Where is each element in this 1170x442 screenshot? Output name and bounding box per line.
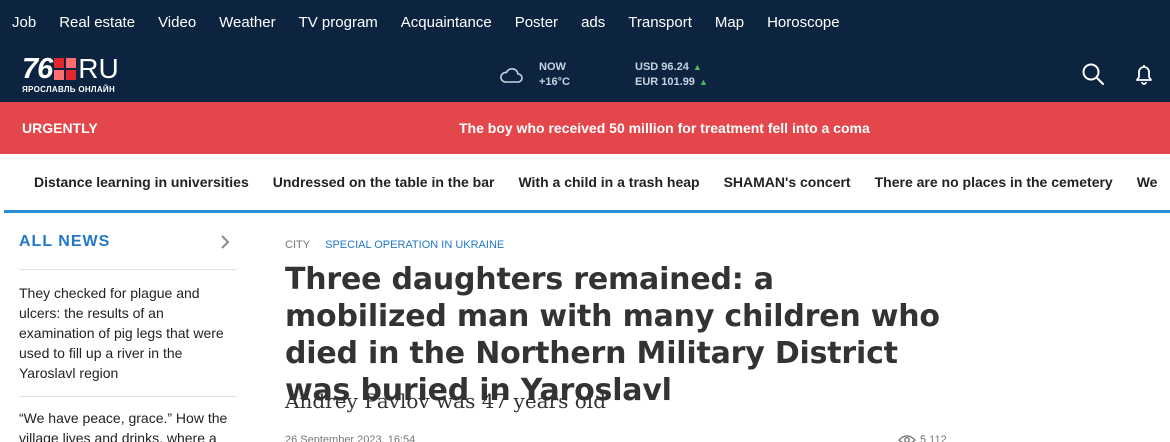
nav-link-job[interactable]: Job xyxy=(12,14,36,31)
weather-temp: +16°C xyxy=(539,76,571,88)
nav-link-tv-program[interactable]: TV program xyxy=(299,14,378,31)
search-icon[interactable] xyxy=(1080,61,1106,87)
logo-subtitle: ЯРОСЛАВЛЬ ОНЛАЙН xyxy=(22,85,116,94)
cloud-icon xyxy=(500,68,523,83)
urgent-bar: URGENTLY The boy who received 50 million… xyxy=(0,102,1170,154)
nav-link-real-estate[interactable]: Real estate xyxy=(59,14,135,31)
nav-link-ads[interactable]: ads xyxy=(581,14,605,31)
article-views: 5 112 xyxy=(898,434,947,442)
breadcrumb-category[interactable]: CITY xyxy=(285,239,310,251)
weather-label: NOW xyxy=(539,61,566,73)
topic-link[interactable]: SHAMAN's concert xyxy=(724,174,851,190)
site-header: 76 RU ЯРОСЛАВЛЬ ОНЛАЙН NOW +16°C USD 96.… xyxy=(0,44,1170,102)
currency-eur: EUR 101.99 xyxy=(635,76,695,88)
topics-divider xyxy=(4,210,1170,213)
chevron-right-icon[interactable] xyxy=(218,234,232,250)
currency-usd-row: USD 96.24 ▲ xyxy=(635,60,708,75)
currency-usd: USD 96.24 xyxy=(635,61,689,73)
article-subtitle: Andrey Pavlov was 47 years old xyxy=(285,389,607,413)
weather-widget[interactable]: NOW +16°C xyxy=(499,60,570,90)
article-date: 26 September 2023, 16:54 xyxy=(285,434,416,442)
divider xyxy=(19,396,237,397)
nav-link-acquaintance[interactable]: Acquaintance xyxy=(401,14,492,31)
nav-link-poster[interactable]: Poster xyxy=(515,14,558,31)
news-item[interactable]: They checked for plague and ulcers: the … xyxy=(19,283,237,383)
currency-widget[interactable]: USD 96.24 ▲ EUR 101.99 ▲ xyxy=(635,60,708,90)
top-nav: Job Real estate Video Weather TV program… xyxy=(0,0,1170,44)
topic-link[interactable]: With a child in a trash heap xyxy=(518,174,699,190)
topics-bar: Distance learning in universities Undres… xyxy=(0,154,1170,210)
all-news-link[interactable]: ALL NEWS xyxy=(19,233,110,251)
topic-link[interactable]: There are no places in the cemetery xyxy=(875,174,1113,190)
breadcrumb-rubric[interactable]: SPECIAL OPERATION IN UKRAINE xyxy=(325,239,504,251)
topic-link[interactable]: We xyxy=(1137,174,1158,190)
nav-link-horoscope[interactable]: Horoscope xyxy=(767,14,840,31)
logo-suffix: RU xyxy=(78,53,119,84)
site-logo[interactable]: 76 RU ЯРОСЛАВЛЬ ОНЛАЙН xyxy=(22,52,162,98)
bell-icon[interactable] xyxy=(1131,61,1157,87)
nav-link-weather[interactable]: Weather xyxy=(219,14,275,31)
eye-icon xyxy=(898,435,916,442)
news-item[interactable]: “We have peace, grace.” How the village … xyxy=(19,408,237,442)
divider xyxy=(19,269,237,270)
topic-link[interactable]: Undressed on the table in the bar xyxy=(273,174,495,190)
urgent-headline-link[interactable]: The boy who received 50 million for trea… xyxy=(459,120,870,136)
breadcrumb: CITY SPECIAL OPERATION IN UKRAINE xyxy=(285,239,504,251)
urgent-label: URGENTLY xyxy=(22,120,98,136)
topic-link[interactable]: Distance learning in universities xyxy=(34,174,249,190)
logo-square-icon xyxy=(54,58,77,80)
nav-link-video[interactable]: Video xyxy=(158,14,196,31)
nav-link-map[interactable]: Map xyxy=(715,14,744,31)
up-arrow-icon: ▲ xyxy=(698,77,708,87)
logo-number: 76 xyxy=(22,52,53,85)
currency-eur-row: EUR 101.99 ▲ xyxy=(635,75,708,90)
nav-link-transport[interactable]: Transport xyxy=(628,14,692,31)
article-title: Three daughters remained: a mobilized ma… xyxy=(285,262,940,408)
views-count: 5 112 xyxy=(920,434,947,442)
up-arrow-icon: ▲ xyxy=(692,62,702,72)
